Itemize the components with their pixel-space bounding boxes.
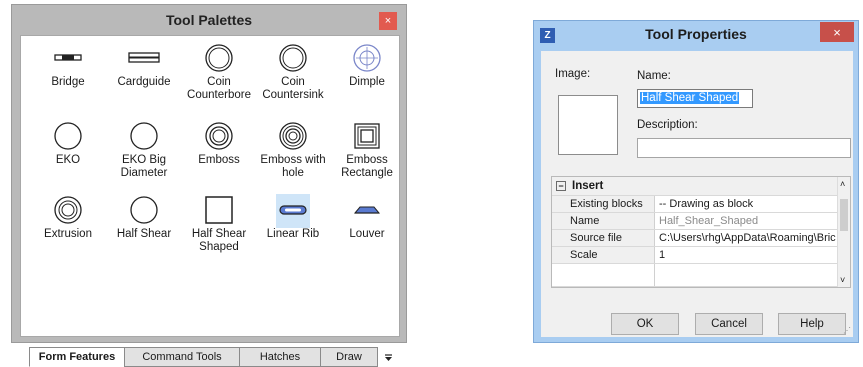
ok-button[interactable]: OK [611,313,679,335]
tab-command-tools[interactable]: Command Tools [124,347,240,367]
louver-icon [353,206,381,214]
bridge-icon [54,53,82,61]
tool-label: Cardguide [117,76,171,88]
property-key: Name [552,213,655,229]
dialog-title: Tool Properties [645,26,747,42]
image-preview [558,95,618,155]
grid-scrollbar[interactable]: ˄ ˅ [837,177,850,287]
property-value-empty [655,264,839,286]
emboss-with-hole-icon [279,121,307,150]
name-field[interactable]: Half Shear Shaped [637,89,753,108]
property-key: Scale [552,247,655,263]
property-key-empty [552,264,655,286]
tool-linear-rib[interactable]: Linear Rib [252,194,334,241]
help-button[interactable]: Help [778,313,846,335]
tab-overflow-icon[interactable] [381,347,395,367]
tool-label: Linear Rib [266,228,320,240]
tool-label: Dimple [349,76,385,88]
tool-half-shear-shaped[interactable]: Half Shear Shaped [178,194,260,254]
tool-emboss-with-hole[interactable]: Emboss with hole [252,120,334,180]
tool-label: Extrusion [44,228,92,240]
emboss-icon [205,121,233,150]
image-label: Image: [555,68,591,80]
property-row-empty [552,263,839,287]
description-field[interactable] [637,138,851,158]
tool-label: EKO Big Diameter [120,154,168,179]
tool-eko[interactable]: EKO [27,120,109,167]
property-row-source-file[interactable]: Source file C:\Users\rhg\AppData\Roaming… [552,229,839,246]
tool-label: Emboss Rectangle [341,154,393,179]
coin-countersink-icon [279,43,307,72]
properties-grid: − Insert Existing blocks -- Drawing as b… [551,176,851,288]
resize-grip-icon[interactable]: ⋰ [843,326,851,335]
tool-label: Bridge [51,76,85,88]
dialog-body: Image: Name: Half Shear Shaped Descripti… [541,51,853,337]
property-value: Half_Shear_Shaped [659,215,759,227]
property-value[interactable]: C:\Users\rhg\AppData\Roaming\Bric [655,230,839,246]
palette-title: Tool Palettes [165,12,253,28]
tool-half-shear[interactable]: Half Shear [103,194,185,241]
dialog-titlebar: Z Tool Properties × [534,21,858,49]
collapse-toggle-icon[interactable]: − [556,181,566,191]
half-shear-shaped-icon [205,195,233,224]
tool-label: Emboss with hole [260,154,326,179]
tool-louver[interactable]: Louver [326,194,408,241]
tool-coin-countersink[interactable]: Coin Countersink [252,42,334,102]
property-value[interactable]: 1 [655,247,839,263]
tool-emboss-rectangle[interactable]: Emboss Rectangle [326,120,408,180]
property-row-scale[interactable]: Scale 1 [552,246,839,263]
scroll-up-icon[interactable]: ˄ [840,179,845,189]
cancel-button[interactable]: Cancel [695,313,763,335]
tool-properties-dialog: Z Tool Properties × Image: Name: Half Sh… [533,20,859,343]
name-label: Name: [637,70,671,82]
insert-group-header[interactable]: − Insert [552,177,839,195]
tool-cardguide[interactable]: Cardguide [103,42,185,89]
property-row-existing-blocks[interactable]: Existing blocks -- Drawing as block [552,195,839,212]
emboss-rectangle-icon [354,122,380,149]
tool-emboss[interactable]: Emboss [178,120,260,167]
tool-dimple[interactable]: Dimple [326,42,408,89]
scroll-thumb[interactable] [840,199,848,231]
tool-label: Coin Counterbore [187,76,251,101]
tab-hatches[interactable]: Hatches [239,347,321,367]
group-title: Insert [572,180,604,192]
property-key: Source file [552,230,655,246]
property-key: Existing blocks [552,196,655,212]
eko-big-diameter-icon [130,121,158,150]
tool-palettes-window: Tool Palettes × Bridge Cardguide Coin Co… [11,4,407,367]
eko-icon [54,121,82,150]
tab-form-features[interactable]: Form Features [29,347,125,367]
tool-label: Coin Countersink [262,76,324,101]
tool-extrusion[interactable]: Extrusion [27,194,109,241]
coin-counterbore-icon [205,43,233,72]
palette-tab-bar: Form Features Command Tools Hatches Draw [29,347,401,367]
property-row-name[interactable]: Name Half_Shear_Shaped [552,212,839,229]
palette-panel: Bridge Cardguide Coin Counterbore Coin C… [20,35,400,367]
tool-bridge[interactable]: Bridge [27,42,109,89]
description-label: Description: [637,119,698,131]
tool-label: Half Shear [116,228,172,240]
linear-rib-icon [279,204,307,215]
cardguide-icon [128,51,160,63]
tool-coin-counterbore[interactable]: Coin Counterbore [178,42,260,102]
tool-label: Emboss [198,154,240,166]
tool-label: Half Shear Shaped [191,228,247,253]
extrusion-icon [54,195,82,224]
dialog-close-button[interactable]: × [820,22,854,42]
property-value[interactable]: -- Drawing as block [655,196,839,212]
name-field-value: Half Shear Shaped [640,92,740,104]
tool-label: EKO [55,154,81,166]
tab-draw[interactable]: Draw [320,347,378,367]
half-shear-icon [130,195,158,224]
tool-label: Louver [349,228,385,240]
dimple-icon [353,43,381,72]
palette-close-button[interactable]: × [379,12,397,30]
tool-eko-big-diameter[interactable]: EKO Big Diameter [103,120,185,180]
scroll-down-icon[interactable]: ˅ [840,275,845,285]
